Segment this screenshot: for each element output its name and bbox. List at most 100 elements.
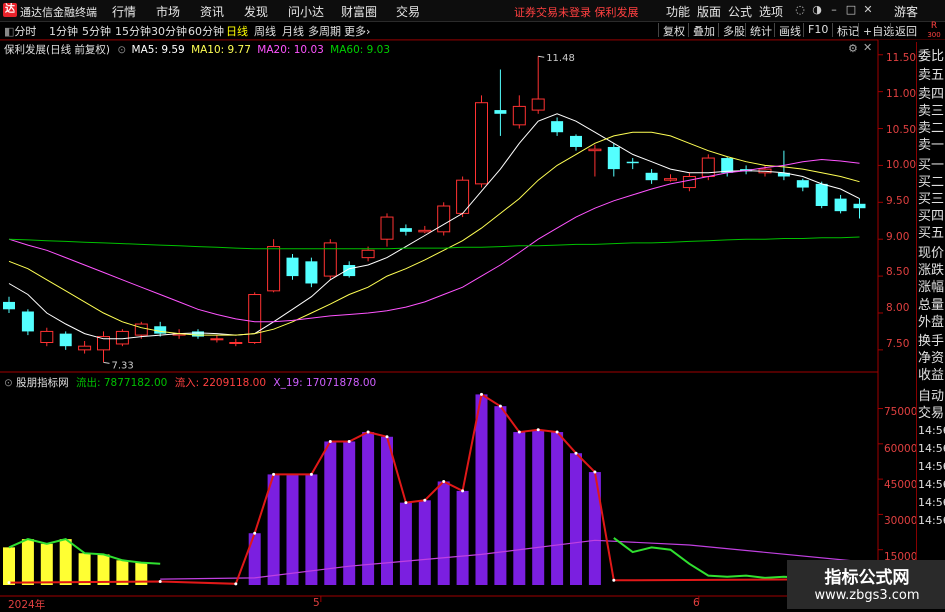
candle-body-up bbox=[361, 249, 375, 259]
candle-body-up bbox=[40, 330, 54, 343]
indicator-dot bbox=[555, 430, 559, 434]
indicator-bar-purple bbox=[588, 472, 601, 585]
indicator-dot bbox=[593, 470, 597, 474]
indicator-bar-purple bbox=[437, 481, 450, 585]
candle-body-up bbox=[323, 242, 337, 277]
quote-label-buy5[interactable]: 买五 bbox=[918, 222, 944, 241]
high-arrow bbox=[538, 55, 545, 58]
y-tick-label: 9.50 bbox=[886, 195, 910, 207]
candle-body-down bbox=[286, 257, 299, 277]
candle-body-down bbox=[399, 228, 412, 232]
indicator-bar-purple bbox=[513, 432, 526, 585]
indicator-bar-purple bbox=[343, 441, 356, 585]
candle-body-up bbox=[210, 338, 224, 341]
y-tick-label: 10.00 bbox=[886, 159, 917, 171]
indicator-bar-purple bbox=[532, 429, 545, 585]
y-tick-label: 10.50 bbox=[886, 124, 917, 136]
ind-y-tick-label: 30000 bbox=[884, 515, 918, 527]
watermark-title: 指标公式网 bbox=[824, 568, 910, 588]
ind-y-tick-label: 60000 bbox=[884, 443, 918, 455]
indicator-dot bbox=[461, 489, 465, 493]
candle-body-up bbox=[115, 330, 129, 345]
indicator-dot bbox=[423, 498, 427, 502]
indicator-dot bbox=[328, 439, 332, 443]
indicator-dot bbox=[385, 435, 389, 439]
indicator-dot bbox=[442, 479, 446, 483]
y-tick-label: 11.50 bbox=[886, 52, 917, 64]
candle-body-down bbox=[607, 146, 620, 170]
candle-body-down bbox=[853, 203, 866, 209]
indicator-bar-yellow bbox=[78, 553, 91, 585]
ind-y-tick-label: 45000 bbox=[884, 479, 918, 491]
indicator-bar-purple bbox=[456, 490, 469, 585]
indicator-line-magenta bbox=[160, 539, 860, 580]
indicator-dot bbox=[612, 578, 616, 582]
candle-body-down bbox=[551, 121, 564, 133]
quote-label-weibi[interactable]: 委比 bbox=[918, 45, 944, 64]
candle-body-up bbox=[664, 178, 677, 181]
quote-label-trade[interactable]: 交易 bbox=[918, 402, 944, 421]
indicator-bar-purple bbox=[418, 500, 431, 585]
candle-body-up bbox=[701, 157, 715, 177]
ind-y-tick-label: 75000 bbox=[884, 406, 918, 418]
indicator-bar-purple bbox=[494, 406, 507, 585]
indicator-dot bbox=[309, 472, 313, 476]
candle-body-down bbox=[192, 331, 204, 337]
quote-label-sell5[interactable]: 卖五 bbox=[918, 64, 944, 83]
indicator-dot bbox=[158, 579, 162, 583]
candle-body-down bbox=[645, 172, 658, 181]
tick-time: 14:56 bbox=[918, 478, 945, 491]
indicator-bar-purple bbox=[267, 474, 280, 585]
indicator-bar-yellow bbox=[40, 543, 53, 585]
tick-time: 14:56 bbox=[918, 514, 945, 527]
indicator-bar-purple bbox=[570, 453, 582, 585]
tick-time: 14:56 bbox=[918, 460, 945, 473]
quote-label-earnings[interactable]: 收益 bbox=[918, 364, 944, 383]
indicator-bar-purple bbox=[324, 441, 337, 585]
y-tick-label: 11.00 bbox=[886, 88, 917, 100]
candle-body-down bbox=[59, 333, 72, 347]
candle-body-up bbox=[229, 341, 243, 344]
ma5-line bbox=[8, 113, 860, 340]
indicator-dot bbox=[7, 581, 11, 585]
candle-body-down bbox=[3, 301, 15, 310]
indicator-dot bbox=[404, 501, 408, 505]
candle-body-down bbox=[494, 110, 507, 114]
watermark-url: www.zbgs3.com bbox=[814, 588, 920, 603]
candle-body-up bbox=[531, 98, 545, 111]
candle-body-up bbox=[475, 102, 488, 185]
candle-body-down bbox=[305, 261, 318, 284]
indicator-bar-yellow bbox=[97, 554, 110, 585]
indicator-bar-yellow bbox=[59, 539, 72, 585]
candle-body-up bbox=[512, 105, 526, 126]
candle-body-up bbox=[588, 148, 602, 152]
candle-body-up bbox=[380, 216, 394, 240]
candle-body-down bbox=[815, 183, 828, 206]
candle-body-down bbox=[570, 135, 582, 147]
quote-label-change-pct[interactable]: 涨幅 bbox=[918, 276, 944, 295]
candle-body-down bbox=[721, 158, 734, 173]
candle-body-down bbox=[343, 265, 356, 277]
candle-body-up bbox=[248, 294, 262, 343]
quote-label-sell1[interactable]: 卖一 bbox=[918, 134, 944, 153]
indicator-line-red bbox=[8, 392, 860, 585]
indicator-bar-purple bbox=[551, 432, 564, 585]
candle-body-down bbox=[21, 311, 34, 332]
y-tick-label: 8.00 bbox=[886, 302, 910, 314]
kline-chart[interactable]: 11.48 7.33 bbox=[0, 0, 945, 609]
indicator-dot bbox=[347, 439, 351, 443]
quote-label-outer[interactable]: 外盘 bbox=[918, 311, 944, 330]
indicator-dot bbox=[253, 531, 257, 535]
candle-body-up bbox=[78, 345, 92, 351]
indicator-dot bbox=[272, 472, 276, 476]
candle-body-up bbox=[134, 323, 148, 336]
y-tick-label: 8.50 bbox=[886, 266, 910, 278]
low-arrow bbox=[103, 361, 110, 364]
y-tick-label: 7.50 bbox=[886, 338, 910, 350]
indicator-dot bbox=[536, 428, 540, 432]
indicator-dot bbox=[517, 430, 521, 434]
y-tick-label: 9.00 bbox=[886, 231, 910, 243]
indicator-bar-purple bbox=[286, 474, 299, 585]
tick-time: 14:56 bbox=[918, 442, 945, 455]
ma60-line bbox=[8, 236, 860, 250]
